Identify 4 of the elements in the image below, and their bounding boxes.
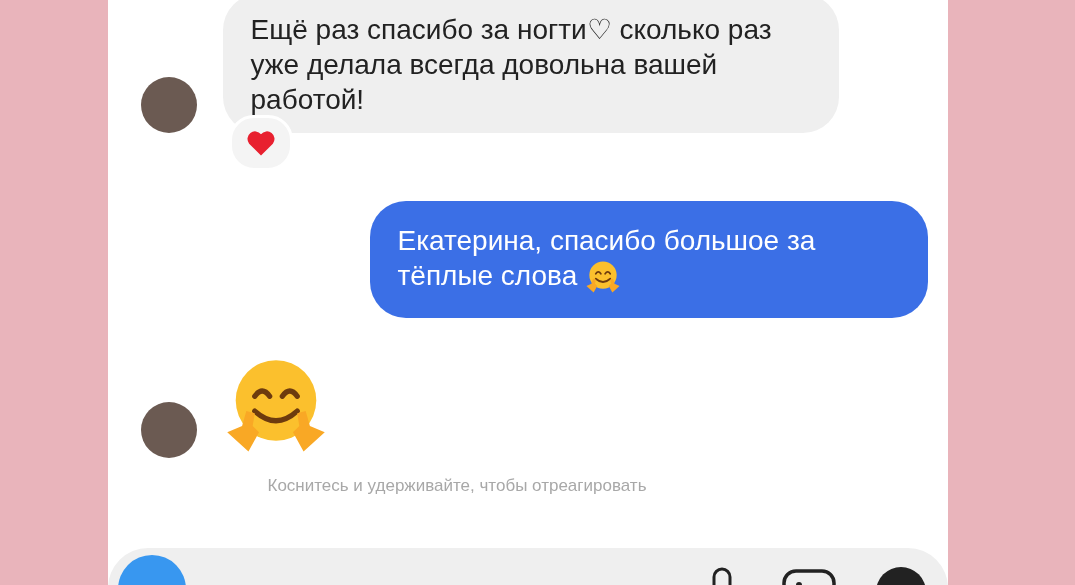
- heart-icon: [245, 129, 276, 157]
- reaction-hint: Коснитесь и удерживайте, чтобы отреагировать: [267, 475, 648, 496]
- message-bubble: Екатерина, спасибо большое за тёплые слова: [369, 201, 928, 318]
- message-bubble: Ещё раз спасибо за ногти♡ сколько раз уже делала всегда довольна вашей работой!: [222, 0, 839, 133]
